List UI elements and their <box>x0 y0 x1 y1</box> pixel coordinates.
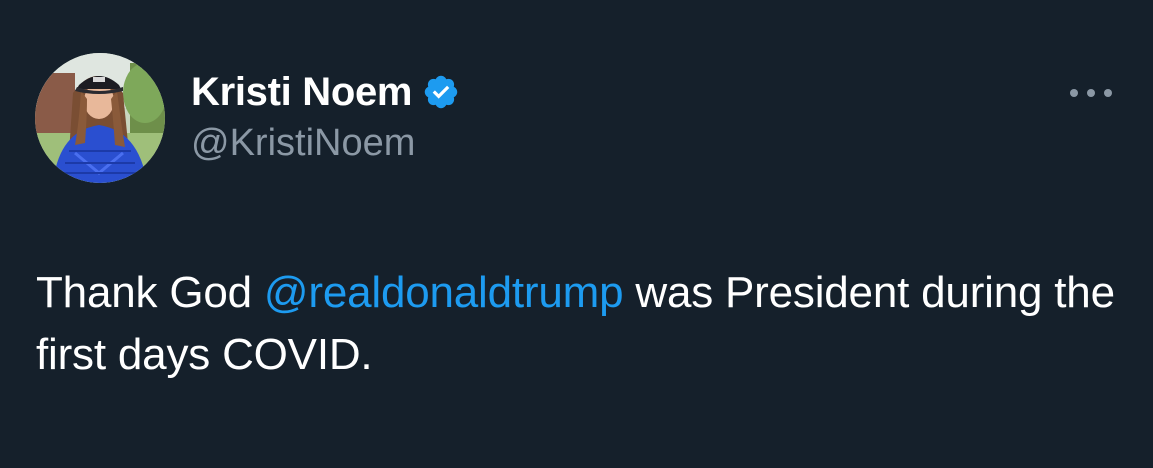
verified-badge-icon <box>422 73 460 111</box>
avatar[interactable] <box>35 53 165 183</box>
profile-photo-icon <box>35 53 165 183</box>
mention-link[interactable]: @realdonaldtrump <box>264 268 624 317</box>
display-name[interactable]: Kristi Noem <box>191 70 413 115</box>
name-row: Kristi Noem <box>191 66 460 118</box>
handle[interactable]: @KristiNoem <box>191 122 460 165</box>
tweet-text: Thank God @realdonaldtrump was President… <box>36 262 1126 386</box>
tweet-card: Kristi Noem @KristiNoem Thank God @reald… <box>0 0 1153 468</box>
more-horizontal-icon[interactable] <box>1066 83 1116 103</box>
tweet-text-before: Thank God <box>36 268 264 317</box>
author-identity: Kristi Noem @KristiNoem <box>191 66 460 165</box>
